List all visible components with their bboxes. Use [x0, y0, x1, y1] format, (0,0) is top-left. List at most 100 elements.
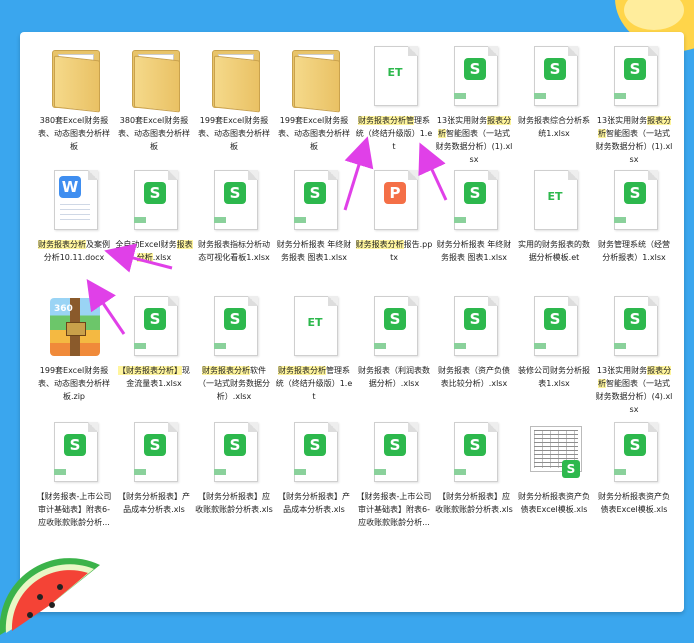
spreadsheet-icon: S [44, 420, 104, 486]
spreadsheet-icon: S [124, 168, 184, 234]
file-name-label: 财务报表分析及案例分析10.11.docx [38, 240, 110, 262]
spreadsheet-icon: S [524, 44, 584, 110]
spreadsheet-icon: S [284, 168, 344, 234]
spreadsheet-icon: S [124, 420, 184, 486]
file-name-label: 财务报表分析管理系统（终结升级版）1.et [355, 116, 433, 151]
spreadsheet-icon: S [524, 294, 584, 360]
file-item[interactable]: W 财务报表分析及案例分析10.11.docx [34, 168, 114, 264]
spreadsheet-icon: S [604, 420, 664, 486]
file-item[interactable]: 199套Excel财务报表、动态图表分析样板 [194, 44, 274, 153]
spreadsheet-icon: S [444, 420, 504, 486]
file-name-label: 199套Excel财务报表、动态图表分析样板.zip [38, 366, 110, 401]
spreadsheet-thumbnail-icon: S [524, 420, 584, 486]
spreadsheet-icon: S [204, 168, 264, 234]
spreadsheet-icon: S [284, 420, 344, 486]
search-highlight: 【财务报表分析】 [118, 366, 182, 375]
spreadsheet-icon: S [364, 294, 424, 360]
folder-icon [284, 44, 344, 113]
file-name-label: 财务报表分析管理系统（终结升级版）1.et [275, 366, 353, 401]
file-name-label: 13张实用财务报表分析智能图表（一站式财务数据分析）(4).xlsx [595, 366, 673, 414]
file-name-label: 【财务报表-上市公司审计基础表】附表6-应收账款账龄分析... [36, 492, 112, 527]
spreadsheet-icon: S [204, 420, 264, 486]
file-name-label: 13张实用财务报表分析智能图表（一站式财务数据分析）(1).xlsx [435, 116, 513, 164]
spreadsheet-icon: S [604, 294, 664, 360]
folder-icon [44, 44, 104, 113]
file-item[interactable]: S 财务分析报表资产负债表Excel模板.xls [594, 420, 674, 516]
file-item[interactable]: S 财务报表（利润表数据分析）.xlsx [354, 294, 434, 390]
file-item[interactable]: S 财务报表指标分析动态可视化看板1.xlsx [194, 168, 274, 264]
file-name-label: 380套Excel财务报表、动态图表分析样板 [118, 116, 190, 151]
file-item[interactable]: S 【财务报表-上市公司审计基础表】附表6-应收账款账龄分析... [354, 420, 434, 529]
spreadsheet-icon: S [444, 44, 504, 110]
file-name-label: 财务报表分析报告.pptx [355, 240, 433, 262]
file-name-label: 财务报表综合分析系统1.xlsx [518, 116, 590, 138]
file-name-label: 财务报表分析软件（一站式财务数据分析）.xlsx [198, 366, 270, 401]
file-item[interactable]: S 全自动Excel财务报表分析.xlsx [114, 168, 194, 264]
watermelon-decoration [0, 558, 100, 635]
folder-icon [124, 44, 184, 113]
file-item[interactable]: S 财务报表（资产负债表比较分析）.xlsx [434, 294, 514, 390]
file-item[interactable]: ET 财务报表分析管理系统（终结升级版）1.et [354, 44, 434, 153]
file-name-label: 财务分析报表资产负债表Excel模板.xls [598, 492, 670, 514]
spreadsheet-icon: S [604, 168, 664, 234]
file-name-label: 【财务报表分析】现金流量表1.xlsx [118, 366, 190, 388]
search-highlight: 报表分析 [438, 116, 512, 138]
file-item[interactable]: 380套Excel财务报表、动态图表分析样板 [114, 44, 194, 153]
spreadsheet-icon: S [444, 168, 504, 234]
file-name-label: 【财务分析报表】产品成本分析表.xls [118, 492, 190, 514]
file-name-label: 199套Excel财务报表、动态图表分析样板 [278, 116, 350, 151]
file-name-label: 【财务分析报表】产品成本分析表.xls [278, 492, 350, 514]
file-item[interactable]: 199套Excel财务报表、动态图表分析样板 [274, 44, 354, 153]
file-item[interactable]: S 财务分析报表 年终财务报表 图表1.xlsx [434, 168, 514, 264]
file-item[interactable]: S 【财务报表-上市公司审计基础表】附表6-应收账款账龄分析... [34, 420, 114, 529]
file-name-label: 13张实用财务报表分析智能图表（一站式财务数据分析）(1).xlsx [595, 116, 673, 164]
search-highlight: 财务报表分析 [278, 366, 326, 375]
presentation-icon: P [364, 168, 424, 234]
folder-icon [204, 44, 264, 113]
file-item[interactable]: S 【财务分析报表】产品成本分析表.xls [274, 420, 354, 516]
spreadsheet-icon: S [364, 420, 424, 486]
file-name-label: 财务分析报表 年终财务报表 图表1.xlsx [436, 240, 512, 262]
et-file-icon: ET [524, 168, 584, 234]
file-item[interactable]: S 财务报表综合分析系统1.xlsx [514, 44, 594, 140]
file-name-label: 【财务分析报表】应收账款账龄分析表.xls [435, 492, 513, 514]
file-item[interactable]: 360 199套Excel财务报表、动态图表分析样板.zip [34, 294, 114, 403]
file-name-label: 380套Excel财务报表、动态图表分析样板 [38, 116, 110, 151]
file-item[interactable]: S 财务分析报表资产负债表Excel模板.xls [514, 420, 594, 516]
screenshot-frame: 380套Excel财务报表、动态图表分析样板 380套Excel财务报表、动态图表… [0, 0, 694, 643]
search-highlight: 报表分析 [136, 240, 193, 262]
file-name-label: 全自动Excel财务报表分析.xlsx [115, 240, 193, 262]
search-highlight: 报表分析 [598, 116, 672, 138]
file-item[interactable]: S 13张实用财务报表分析智能图表（一站式财务数据分析）(1).xlsx [594, 44, 674, 166]
file-item[interactable]: S 【财务分析报表】产品成本分析表.xls [114, 420, 194, 516]
file-item[interactable]: S 装修公司财务分析报表1.xlsx [514, 294, 594, 390]
file-name-label: 【财务报表-上市公司审计基础表】附表6-应收账款账龄分析... [356, 492, 432, 527]
search-highlight: 报表分析 [598, 366, 672, 388]
file-item[interactable]: S 【财务分析报表】应收账款账龄分析表.xls [434, 420, 514, 516]
file-item[interactable]: S 财务分析报表 年终财务报表 图表1.xlsx [274, 168, 354, 264]
search-highlight: 财务报表分析 [38, 240, 86, 249]
file-item[interactable]: S 财务管理系统（经营分析报表）1.xlsx [594, 168, 674, 264]
file-item[interactable]: S 13张实用财务报表分析智能图表（一站式财务数据分析）(1).xlsx [434, 44, 514, 166]
spreadsheet-icon: S [204, 294, 264, 360]
file-item[interactable]: S 【财务报表分析】现金流量表1.xlsx [114, 294, 194, 390]
et-file-icon: ET [284, 294, 344, 360]
file-name-label: 财务报表（利润表数据分析）.xlsx [358, 366, 430, 388]
file-name-label: 财务报表（资产负债表比较分析）.xlsx [438, 366, 510, 388]
search-highlight: 财务报表分析 [355, 240, 404, 249]
spreadsheet-icon: S [124, 294, 184, 360]
file-item[interactable]: S 13张实用财务报表分析智能图表（一站式财务数据分析）(4).xlsx [594, 294, 674, 416]
file-item[interactable]: 380套Excel财务报表、动态图表分析样板 [34, 44, 114, 153]
file-name-label: 财务报表指标分析动态可视化看板1.xlsx [198, 240, 270, 262]
file-item[interactable]: ET 实用的财务报表的数据分析模板.et [514, 168, 594, 264]
file-item[interactable]: S 财务报表分析软件（一站式财务数据分析）.xlsx [194, 294, 274, 403]
zip-archive-icon: 360 [44, 294, 104, 360]
file-item[interactable]: P 财务报表分析报告.pptx [354, 168, 434, 264]
et-file-icon: ET [364, 44, 424, 110]
file-item[interactable]: ET 财务报表分析管理系统（终结升级版）1.et [274, 294, 354, 403]
spreadsheet-icon: S [444, 294, 504, 360]
file-name-label: 实用的财务报表的数据分析模板.et [518, 240, 590, 262]
file-name-label: 财务管理系统（经营分析报表）1.xlsx [598, 240, 670, 262]
file-item[interactable]: S 【财务分析报表】应收账款账龄分析表.xls [194, 420, 274, 516]
document-icon: W [44, 168, 104, 234]
